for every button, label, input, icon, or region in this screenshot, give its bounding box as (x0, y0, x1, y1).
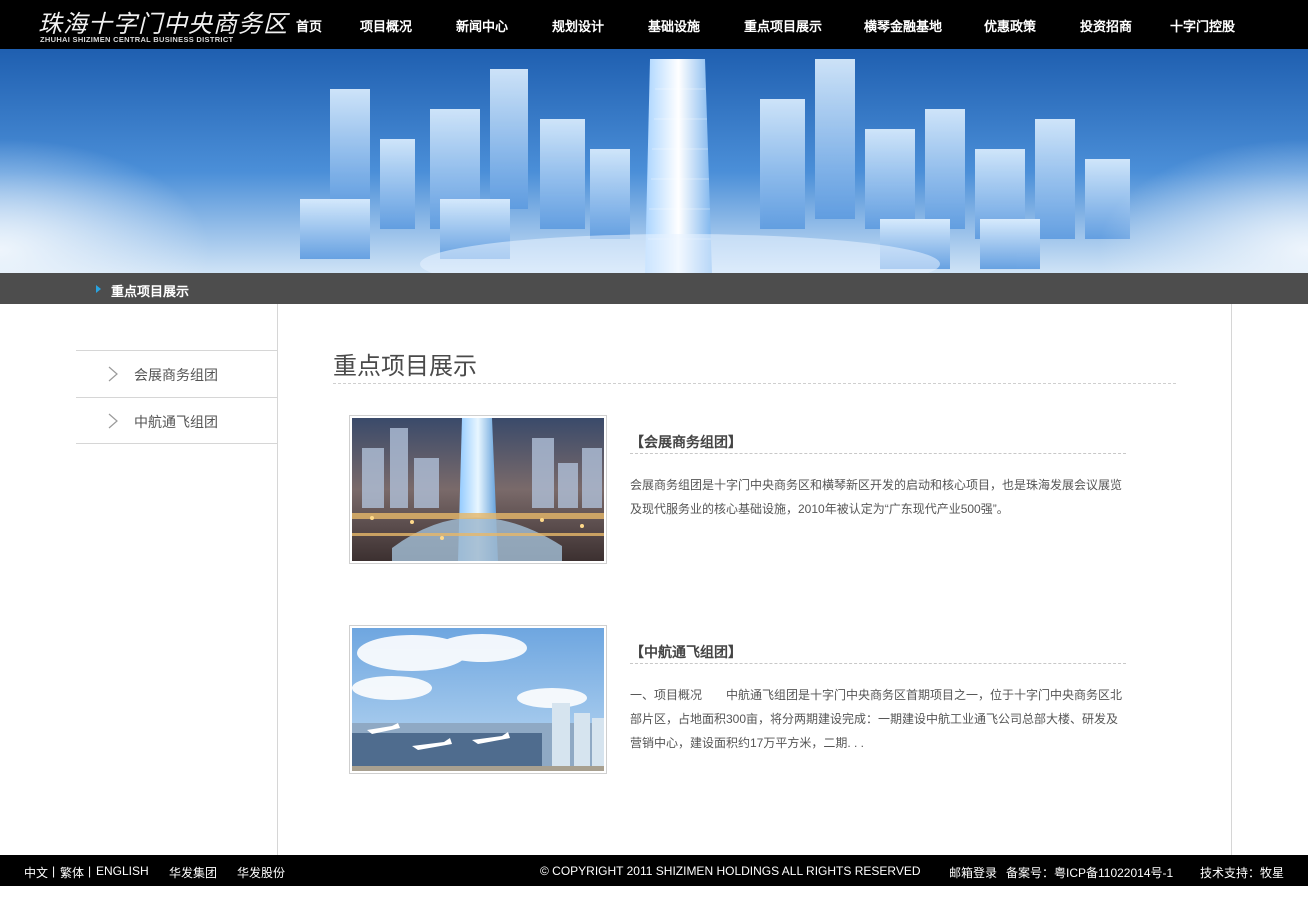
sidebar-item-label: 会展商务组团 (134, 367, 218, 383)
sidebar-item-exhibition-cluster[interactable]: 会展商务组团 (76, 350, 277, 397)
breadcrumb-current: 重点项目展示 (111, 284, 190, 299)
breadcrumb-bar: 重点项目展示 (0, 273, 1308, 304)
footer-link-huafa-group[interactable]: 华发集团 (169, 864, 217, 881)
sidebar-item-label: 中航通飞组团 (134, 414, 218, 430)
footer-copyright: © COPYRIGHT 2011 SHIZIMEN HOLDINGS ALL R… (540, 864, 921, 878)
chevron-right-icon (108, 413, 118, 429)
nav-item-infrastructure[interactable]: 基础设施 (648, 16, 700, 35)
nav-item-key-projects[interactable]: 重点项目展示 (744, 16, 822, 35)
nav-item-news[interactable]: 新闻中心 (456, 16, 508, 35)
project-title-avic[interactable]: 【中航通飞组团】 (630, 642, 742, 662)
breadcrumb-arrow-icon (96, 285, 101, 293)
main-nav: 首页 项目概况 新闻中心 规划设计 基础设施 重点项目展示 横琴金融基地 优惠政… (0, 0, 1308, 49)
title-divider (333, 383, 1176, 384)
project-thumbnail-avic[interactable] (349, 625, 607, 774)
page-title: 重点项目展示 (333, 353, 477, 380)
project-description-avic: 一、项目概况 中航通飞组团是十字门中央商务区首期项目之一，位于十字门中央商务区北… (630, 688, 1123, 750)
footer-icp-record[interactable]: 备案号：粤ICP备11022014号-1 (1006, 864, 1173, 881)
project-description-exhibition: 会展商务组团是十字门中央商务区和横琴新区开发的启动和核心项目，也是珠海发展会议展… (630, 478, 1123, 516)
nav-item-home[interactable]: 首页 (296, 16, 322, 35)
chevron-right-icon (108, 366, 118, 382)
content-divider-right (1231, 304, 1232, 855)
project-title-exhibition[interactable]: 【会展商务组团】 (630, 432, 742, 452)
sidebar-menu: 会展商务组团 中航通飞组团 (76, 350, 277, 444)
nav-item-planning[interactable]: 规划设计 (552, 16, 604, 35)
project-divider (630, 663, 1126, 664)
sidebar-item-avic-cluster[interactable]: 中航通飞组团 (76, 397, 277, 444)
footer-lang-chinese[interactable]: 中文 (24, 864, 48, 881)
footer-separator: | (88, 864, 92, 878)
footer-mail-login[interactable]: 邮箱登录 (949, 864, 997, 881)
nav-item-policies[interactable]: 优惠政策 (984, 16, 1036, 35)
nav-item-investment[interactable]: 投资招商 (1080, 16, 1132, 35)
footer-separator: | (52, 864, 56, 878)
nav-item-overview[interactable]: 项目概况 (360, 16, 412, 35)
nav-item-holdings[interactable]: 十字门控股 (1170, 16, 1235, 35)
project-divider (630, 453, 1126, 454)
nav-item-hengqin-finance[interactable]: 横琴金融基地 (864, 16, 942, 35)
footer-tech-support: 技术支持：牧星 (1200, 866, 1285, 880)
site-header: 珠海十字门中央商务区 ZHUHAI SHIZIMEN CENTRAL BUSIN… (0, 0, 1308, 49)
footer-lang-traditional[interactable]: 繁体 (60, 864, 84, 881)
footer-link-huafa-shares[interactable]: 华发股份 (237, 864, 285, 881)
footer-lang-english[interactable]: ENGLISH (96, 864, 149, 878)
banner-image (0, 49, 1308, 273)
content-divider-left (277, 304, 278, 855)
site-footer: 中文 | 繁体 | ENGLISH 华发集团 华发股份 © COPYRIGHT … (0, 855, 1308, 886)
project-thumbnail-exhibition[interactable] (349, 415, 607, 564)
